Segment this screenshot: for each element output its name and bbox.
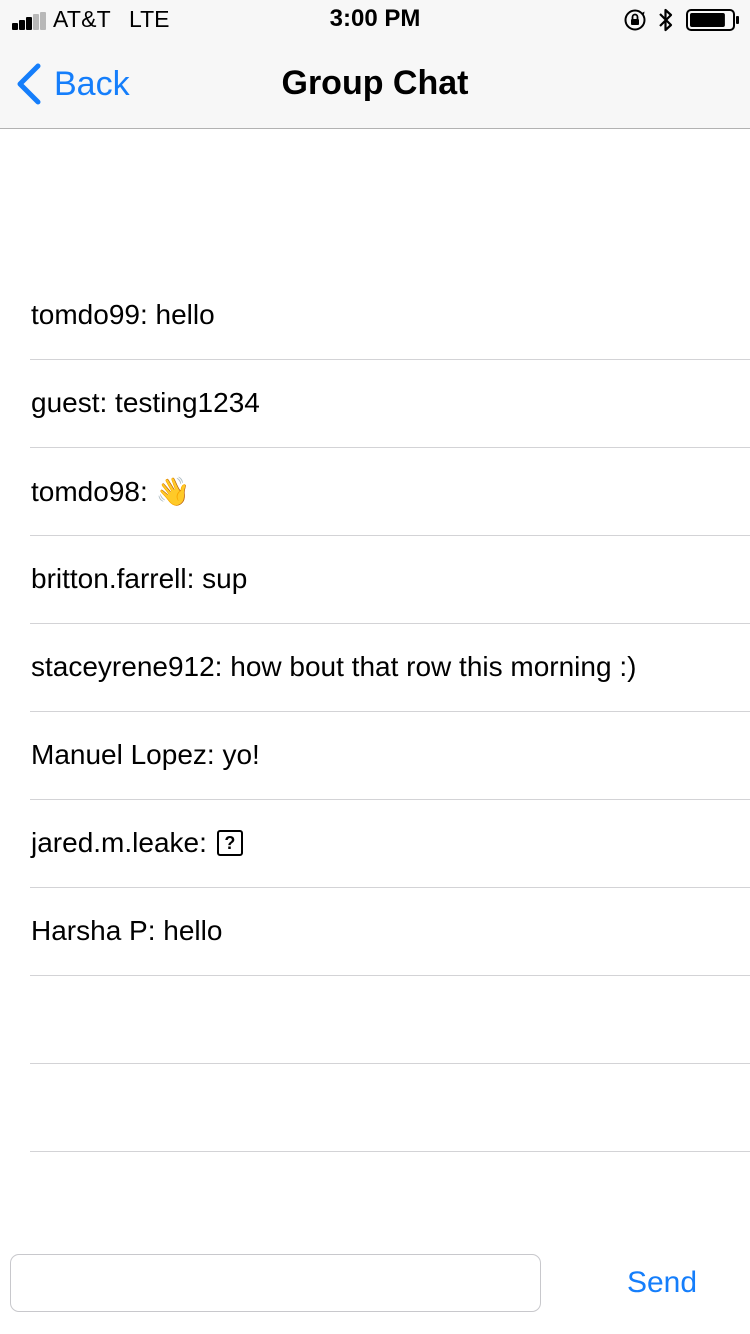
nav-bar: Back Group Chat [0,40,750,129]
message-text: jared.m.leake:? [31,827,243,859]
missing-glyph-icon: ? [216,830,243,856]
message-row[interactable]: Harsha P: hello [30,888,750,976]
message-text: Manuel Lopez: yo! [31,739,260,771]
status-bar: AT&T LTE 3:00 PM [0,0,750,40]
message-label: britton.farrell: sup [31,563,248,594]
message-label: Manuel Lopez: yo! [31,739,260,770]
message-row[interactable]: jared.m.leake:? [30,800,750,888]
message-text: guest: testing1234 [31,387,260,419]
orientation-lock-icon [624,9,646,31]
page-title: Group Chat [281,64,469,102]
message-row[interactable]: tomdo98: 👋 [30,448,750,536]
message-list[interactable]: tomdo99: hello guest: testing1234 tomdo98:… [0,272,750,1152]
message-text: tomdo98: 👋 [31,475,191,508]
message-label: staceyrene912: how bout that row this mo… [31,651,637,682]
message-text: Harsha P: hello [31,915,222,947]
message-row[interactable]: Manuel Lopez: yo! [30,712,750,800]
message-label: guest: testing1234 [31,387,260,418]
bluetooth-icon [659,8,673,32]
message-label: jared.m.leake: [31,827,207,858]
message-row[interactable] [30,1064,750,1152]
battery-icon [686,9,739,31]
message-label: Harsha P: hello [31,915,223,946]
message-text: britton.farrell: sup [31,563,247,595]
message-row[interactable] [30,976,750,1064]
message-text: tomdo99: hello [31,299,215,331]
message-text: staceyrene912: how bout that row this mo… [31,651,636,683]
message-row[interactable]: guest: testing1234 [30,360,750,448]
message-label: tomdo98: [31,475,148,507]
message-row[interactable]: tomdo99: hello [30,272,750,360]
message-label: tomdo99: hello [31,299,215,330]
message-input[interactable] [10,1254,541,1312]
send-button[interactable]: Send [612,1266,712,1300]
message-row[interactable]: staceyrene912: how bout that row this mo… [30,624,750,712]
waving-hand-emoji: 👋 [155,476,191,507]
message-row[interactable]: britton.farrell: sup [30,536,750,624]
